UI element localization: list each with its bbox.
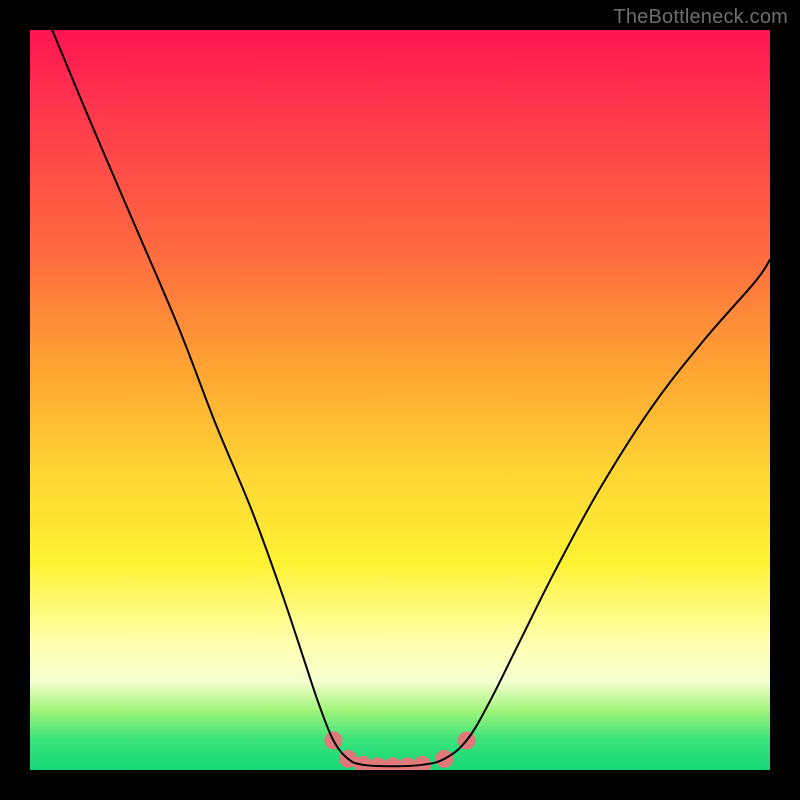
highlight-dots — [324, 731, 475, 770]
stage: TheBottleneck.com — [0, 0, 800, 800]
attribution-text: TheBottleneck.com — [613, 6, 788, 29]
chart-svg — [30, 30, 770, 770]
plot-area — [30, 30, 770, 770]
curve-path — [52, 30, 770, 766]
